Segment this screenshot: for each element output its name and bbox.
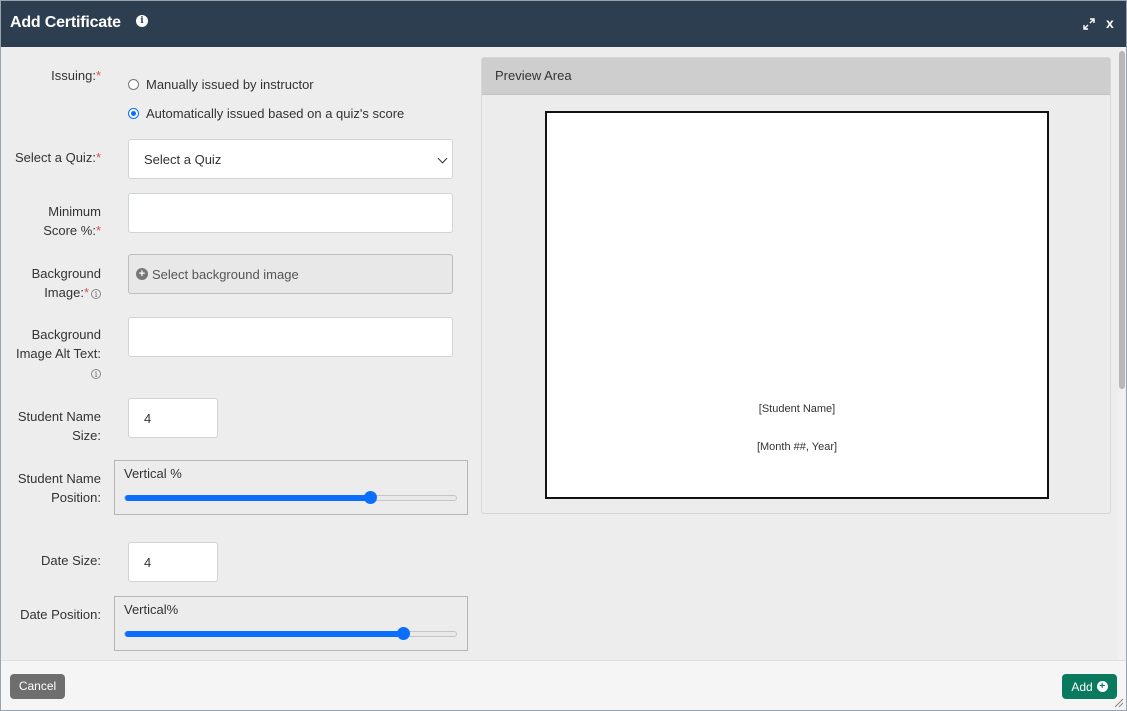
quiz-select-value: Select a Quiz (144, 151, 222, 167)
slider-label: Vertical % (124, 466, 182, 481)
student-name-placeholder: [Student Name] (758, 403, 836, 415)
add-certificate-dialog: Add Certificate i x Issuing:* Manually i… (0, 0, 1127, 711)
student-name-size-label: Student Name Size: (17, 409, 101, 443)
add-button[interactable]: Add + (1062, 674, 1117, 699)
preview-header: Preview Area (482, 58, 1110, 95)
student-name-position-box: Vertical % (114, 460, 468, 515)
min-score-label: Minimum Score %:* (43, 204, 101, 238)
scrollbar-thumb[interactable] (1119, 51, 1125, 389)
date-position-box: Vertical% (114, 596, 468, 651)
bg-image-label: Background Image:* i (31, 266, 101, 300)
dialog-titlebar: Add Certificate i x (1, 1, 1126, 47)
quiz-label: Select a Quiz:* (15, 150, 101, 165)
dialog-title: Add Certificate (10, 14, 121, 31)
radio-manual[interactable]: Manually issued by instructor (128, 77, 314, 92)
slider-thumb[interactable] (363, 491, 377, 504)
issuing-label: Issuing:* (51, 68, 101, 83)
radio-label: Automatically issued based on a quiz's s… (146, 106, 405, 121)
certificate-canvas: [Student Name] [Month ##, Year] (545, 111, 1049, 499)
date-size-label: Date Size: (41, 553, 101, 568)
student-name-size-input[interactable]: 4 (128, 398, 218, 438)
info-icon[interactable]: i (91, 368, 101, 379)
student-name-position-label: Student Name Position: (17, 471, 101, 505)
dialog-footer: Cancel Add + (1, 660, 1126, 710)
radio-automatic[interactable]: Automatically issued based on a quiz's s… (128, 106, 404, 121)
plus-circle-icon: + (1096, 681, 1108, 692)
date-size-input[interactable]: 4 (128, 542, 218, 582)
student-name-slider[interactable] (124, 491, 457, 504)
alt-text-label: Background Image Alt Text: i (15, 327, 101, 379)
quiz-select[interactable]: Select a Quiz (128, 139, 453, 179)
alt-text-input[interactable] (128, 317, 453, 357)
slider-thumb[interactable] (397, 627, 411, 640)
min-score-input[interactable] (128, 193, 453, 233)
resize-grip-icon[interactable] (1114, 698, 1124, 708)
select-background-image-button[interactable]: + Select background image (128, 254, 453, 294)
preview-area: Preview Area [Student Name] [Month ##, Y… (481, 57, 1111, 514)
date-placeholder: [Month ##, Year] (756, 441, 838, 453)
plus-icon: + (136, 268, 148, 280)
radio-label: Manually issued by instructor (146, 77, 314, 92)
scrollbar[interactable] (1118, 47, 1126, 660)
info-icon[interactable]: i (91, 288, 101, 299)
dialog-body: Issuing:* Manually issued by instructor … (1, 47, 1126, 660)
expand-icon[interactable] (1082, 17, 1096, 31)
info-icon[interactable]: i (136, 15, 148, 27)
chevron-down-icon (437, 153, 448, 164)
slider-label: Vertical% (124, 602, 179, 617)
close-button[interactable]: x (1106, 15, 1114, 31)
date-slider[interactable] (124, 627, 457, 640)
radio-button-checked[interactable] (128, 108, 139, 119)
cancel-button[interactable]: Cancel (10, 674, 65, 699)
date-position-label: Date Position: (20, 607, 101, 622)
radio-button[interactable] (128, 79, 139, 90)
